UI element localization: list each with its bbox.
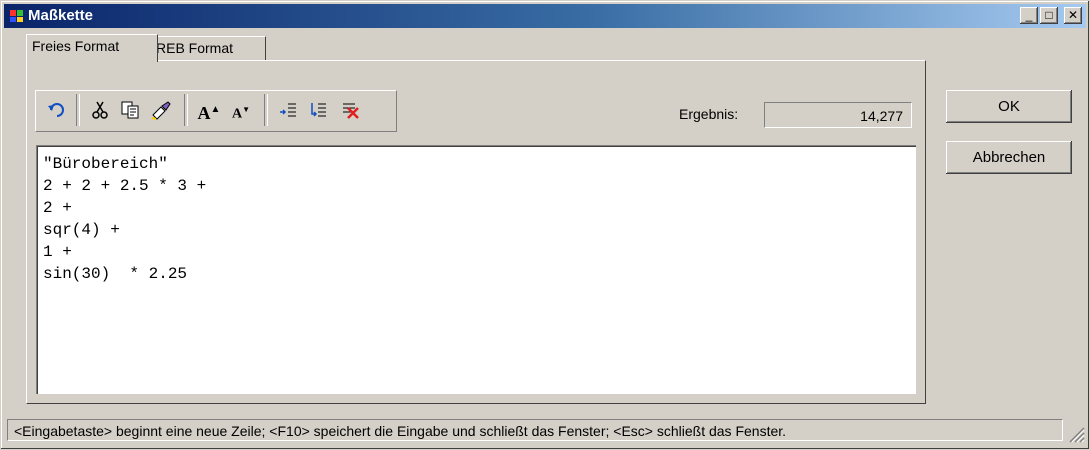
status-bar: <Eingabetaste> beginnt eine neue Zeile; … <box>3 415 1087 445</box>
insert-line-icon[interactable] <box>274 95 302 125</box>
app-icon <box>10 10 23 22</box>
title-bar[interactable]: Maßkette _ □ ✕ <box>4 4 1086 28</box>
minimize-icon: _ <box>1025 8 1033 22</box>
toolbar: A▲ A▼ <box>35 90 397 132</box>
close-button[interactable]: ✕ <box>1064 7 1082 24</box>
copy-icon[interactable] <box>116 95 144 125</box>
result-value: 14,277 <box>764 102 912 128</box>
toolbar-separator <box>184 94 188 126</box>
minimize-button[interactable]: _ <box>1020 7 1038 24</box>
close-icon: ✕ <box>1067 8 1079 22</box>
maximize-button[interactable]: □ <box>1040 7 1058 24</box>
result-label: Ergebnis: <box>679 106 739 122</box>
cancel-button[interactable]: Abbrechen <box>946 141 1072 174</box>
undo-icon[interactable] <box>42 95 70 125</box>
font-decrease-icon[interactable]: A▼ <box>228 95 254 125</box>
resize-grip-icon[interactable] <box>1067 425 1085 443</box>
tab-reb-format[interactable]: REB Format <box>150 36 266 61</box>
formula-text[interactable]: "Bürobereich" 2 + 2 + 2.5 * 3 + 2 + sqr(… <box>43 153 206 285</box>
formula-editor[interactable]: "Bürobereich" 2 + 2 + 2.5 * 3 + 2 + sqr(… <box>36 145 916 394</box>
toolbar-separator <box>76 94 80 126</box>
clear-icon[interactable] <box>336 95 364 125</box>
paste-icon[interactable] <box>146 95 176 125</box>
font-increase-icon[interactable]: A▲ <box>194 95 224 125</box>
dialog-window: Maßkette _ □ ✕ Freies Format REB Format … <box>0 0 1090 450</box>
status-text: <Eingabetaste> beginnt eine neue Zeile; … <box>7 419 1063 441</box>
ok-button[interactable]: OK <box>946 90 1072 123</box>
cut-icon[interactable] <box>86 95 114 125</box>
toolbar-separator <box>264 94 268 126</box>
tab-freies-format[interactable]: Freies Format <box>26 34 158 62</box>
maximize-icon: □ <box>1045 8 1053 22</box>
line-break-icon[interactable] <box>304 95 332 125</box>
window-title: Maßkette <box>28 7 94 24</box>
